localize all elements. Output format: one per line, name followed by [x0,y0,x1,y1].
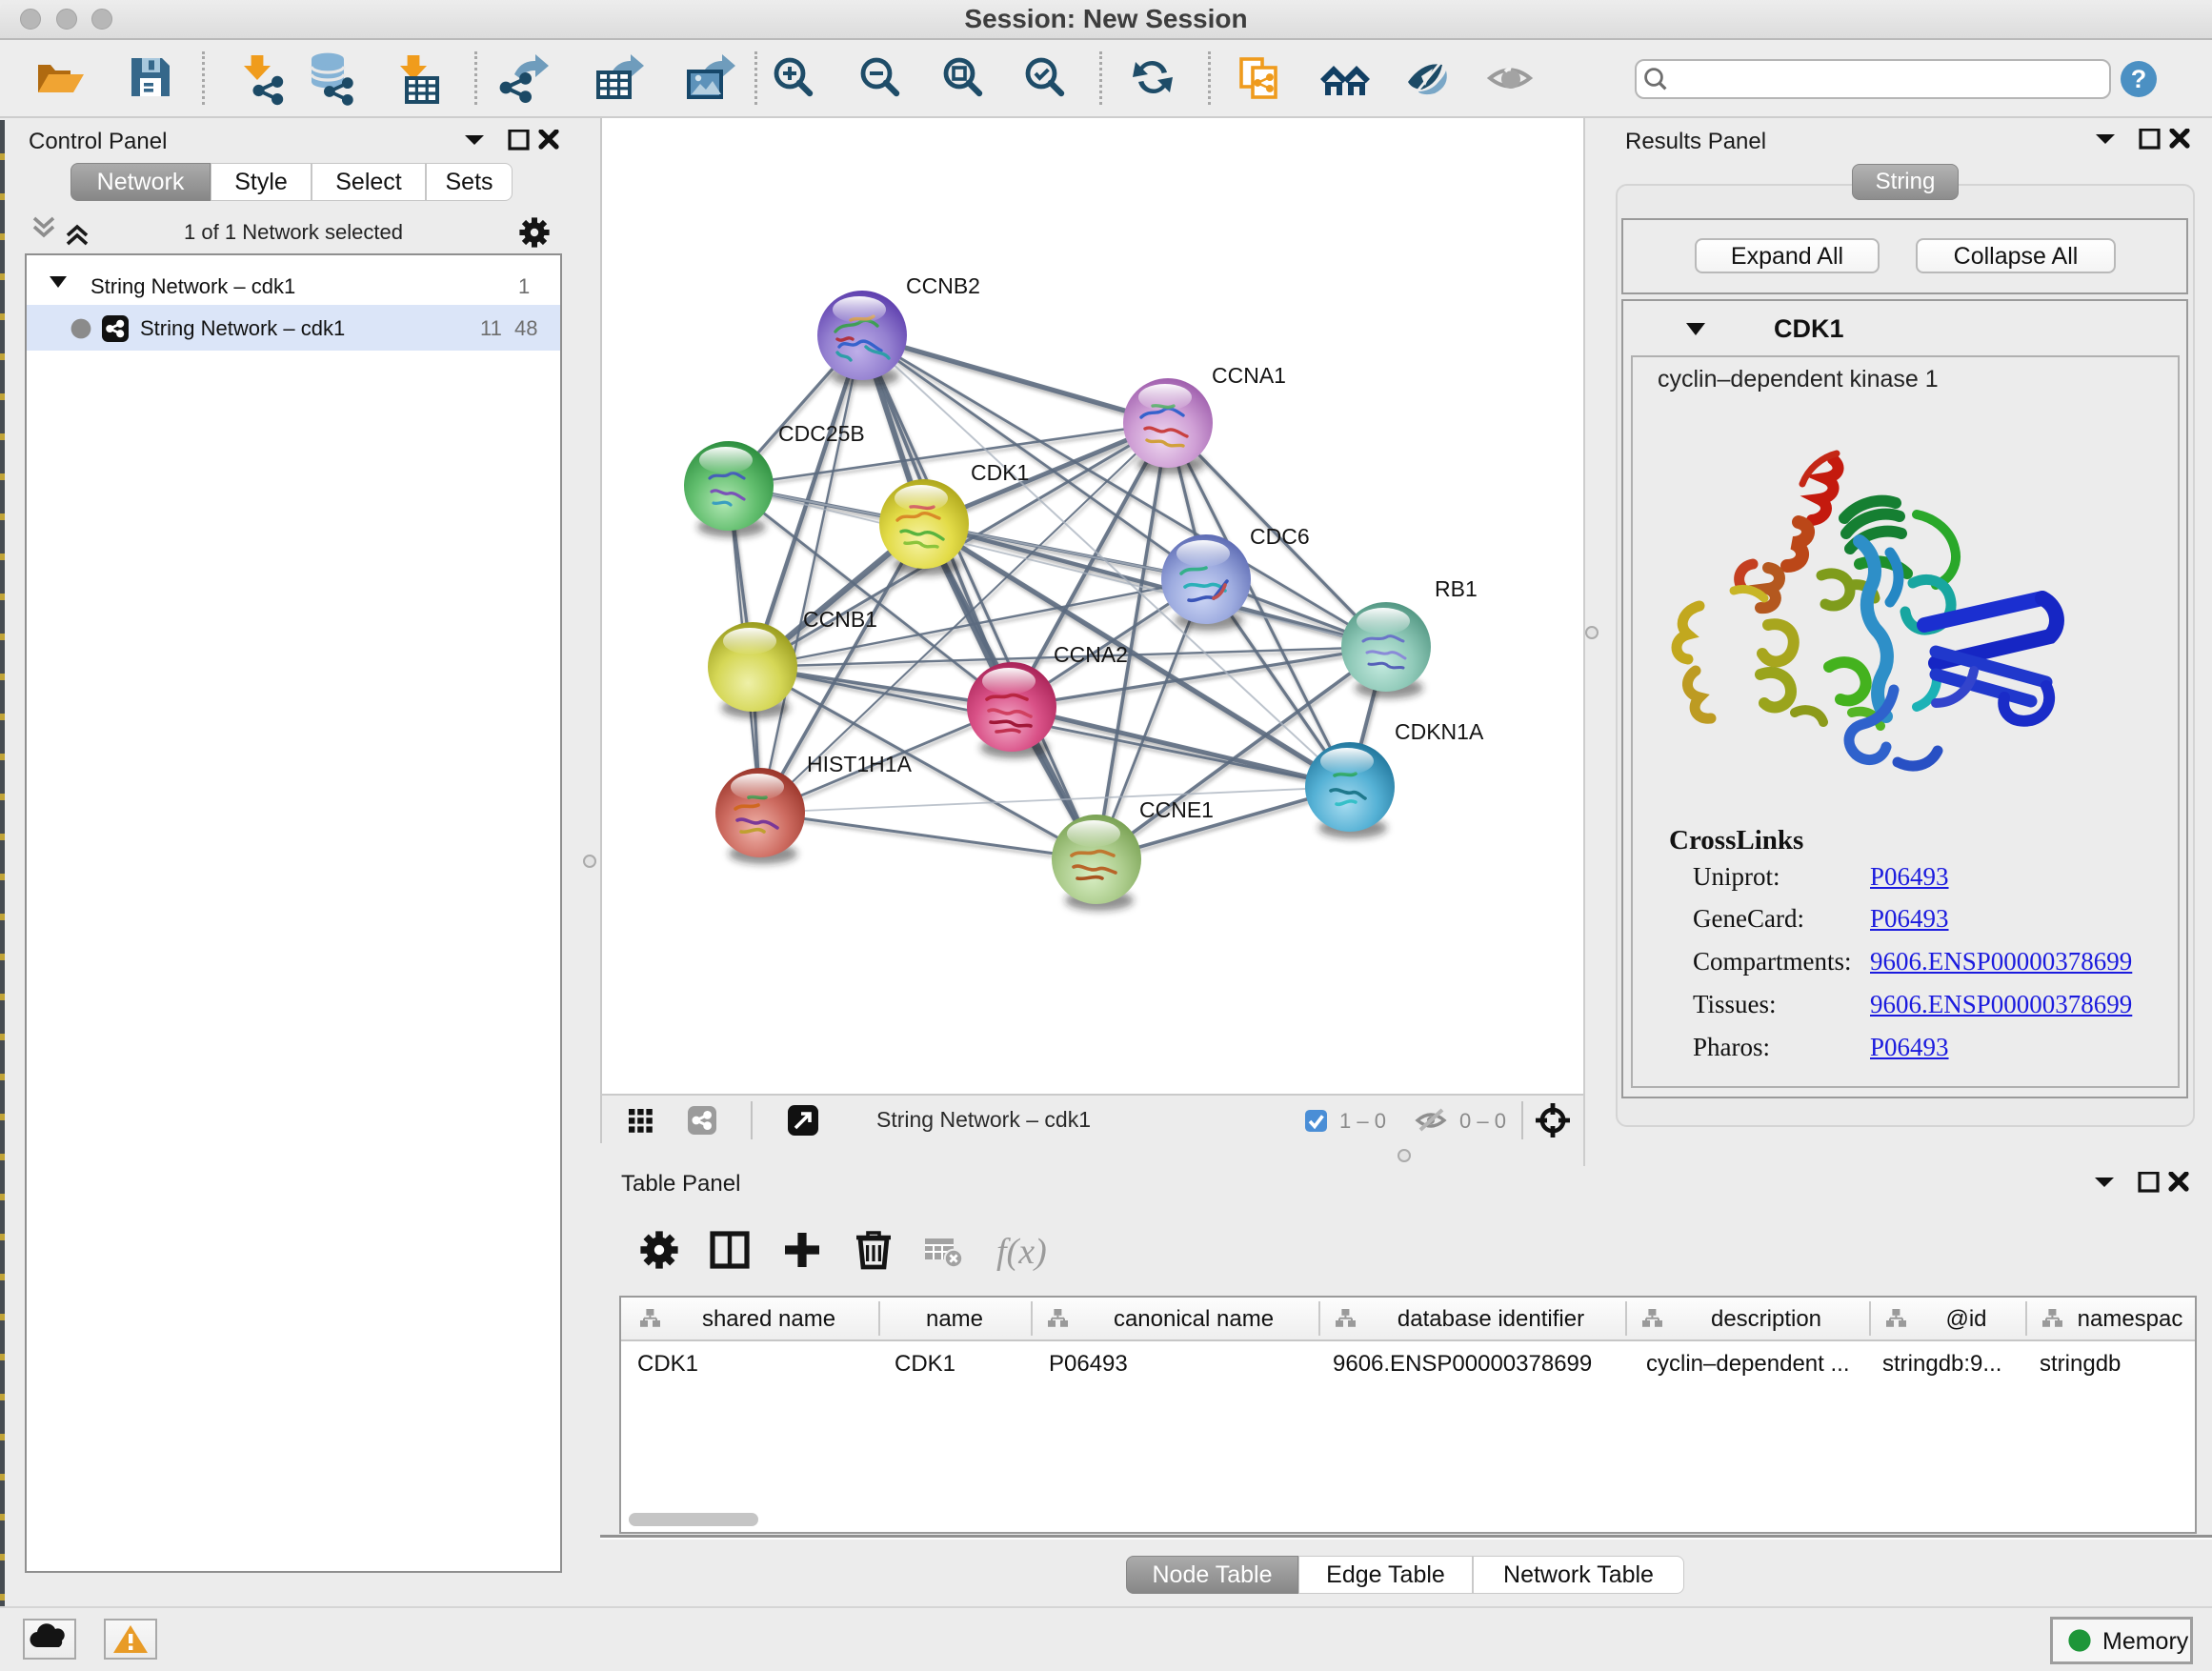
svg-text:RB1: RB1 [1435,576,1478,601]
svg-text:CDC6: CDC6 [1250,524,1310,549]
svg-text:CCNA2: CCNA2 [1054,642,1128,667]
svg-text:CDK1: CDK1 [971,460,1029,485]
svg-text:CDKN1A: CDKN1A [1395,719,1484,744]
svg-text:CCNB1: CCNB1 [803,607,877,632]
svg-text:?: ? [2131,65,2147,93]
svg-text:CCNA1: CCNA1 [1212,363,1286,388]
svg-text:f(x): f(x) [996,1232,1047,1272]
svg-text:HIST1H1A: HIST1H1A [807,752,913,776]
svg-text:CCNB2: CCNB2 [906,273,980,298]
svg-text:CDC25B: CDC25B [778,421,865,446]
svg-text:CCNE1: CCNE1 [1139,797,1214,822]
